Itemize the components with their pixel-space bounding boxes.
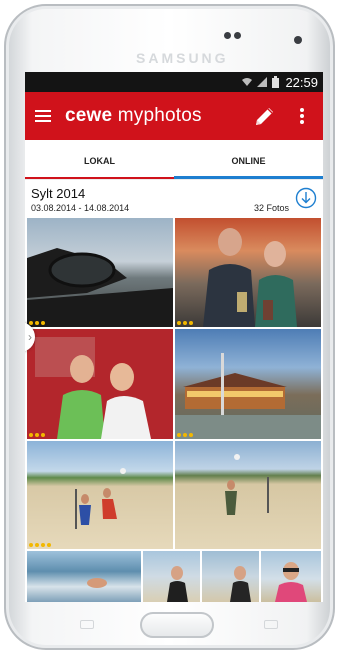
photo-woman-sunglasses[interactable] bbox=[261, 551, 321, 602]
photo-beach-volleyball-2[interactable] bbox=[175, 441, 321, 549]
photo-man-beach-2[interactable] bbox=[202, 551, 259, 602]
photo-beach-volleyball-1[interactable] bbox=[27, 441, 173, 549]
tab-lokal-underline bbox=[25, 177, 174, 179]
wifi-icon bbox=[242, 78, 253, 86]
photo-surf-water[interactable] bbox=[27, 551, 141, 602]
screen: 22:59 cewe myphotos LOKAL ONLINE Sylt 20… bbox=[25, 72, 323, 602]
building-icon bbox=[175, 353, 321, 439]
tab-bar: LOKAL ONLINE bbox=[25, 140, 323, 180]
logo-light: myphotos bbox=[112, 105, 202, 126]
tab-lokal[interactable]: LOKAL bbox=[25, 140, 174, 179]
logo-bold: cewe bbox=[65, 105, 113, 126]
signal-icon bbox=[257, 77, 268, 87]
rating-dots bbox=[29, 543, 51, 547]
tab-online[interactable]: ONLINE bbox=[174, 140, 323, 179]
download-circle-icon[interactable] bbox=[295, 187, 317, 209]
more-vertical-icon[interactable] bbox=[299, 108, 305, 126]
home-button[interactable] bbox=[140, 612, 214, 638]
man-icon bbox=[230, 566, 251, 602]
two-men-icon bbox=[203, 228, 297, 327]
woman-icon bbox=[275, 562, 307, 602]
album-title: Sylt 2014 bbox=[31, 186, 86, 201]
device-brand: SAMSUNG bbox=[136, 50, 229, 66]
tab-online-label: ONLINE bbox=[231, 156, 266, 166]
app-logo: cewe myphotos bbox=[65, 105, 202, 127]
album-photo-count: 32 Fotos bbox=[253, 203, 289, 213]
rating-dots bbox=[177, 433, 193, 437]
app-bar: cewe myphotos bbox=[25, 92, 323, 140]
man-icon bbox=[167, 566, 188, 602]
photo-grid: › bbox=[25, 218, 323, 602]
rating-dots bbox=[177, 321, 193, 325]
pencil-icon[interactable] bbox=[253, 104, 277, 128]
back-key[interactable] bbox=[264, 620, 278, 629]
menu-icon[interactable] bbox=[35, 110, 51, 122]
rating-dots bbox=[29, 433, 45, 437]
tab-lokal-label: LOKAL bbox=[84, 156, 115, 166]
battery-icon bbox=[272, 76, 280, 88]
photo-man-beach-1[interactable] bbox=[143, 551, 200, 602]
car-mirror-icon bbox=[27, 248, 173, 327]
status-bar: 22:59 bbox=[25, 72, 323, 92]
sensor-dot bbox=[234, 32, 241, 39]
volleyball-players-icon bbox=[75, 468, 126, 529]
volleyball-player-icon bbox=[225, 454, 269, 515]
photo-couple-red-wall[interactable] bbox=[27, 329, 173, 439]
tab-online-indicator bbox=[174, 176, 323, 179]
photo-promenade-building[interactable] bbox=[175, 329, 321, 439]
status-time: 22:59 bbox=[285, 74, 318, 90]
photo-two-men-restaurant[interactable] bbox=[175, 218, 321, 327]
album-header: Sylt 2014 03.08.2014 - 14.08.2014 32 Fot… bbox=[25, 180, 323, 218]
couple-icon bbox=[35, 337, 151, 439]
sensor-dot bbox=[224, 32, 231, 39]
photo-car-mirror-beach[interactable] bbox=[27, 218, 173, 327]
recent-apps-key[interactable] bbox=[80, 620, 94, 629]
swimmer-icon bbox=[87, 578, 107, 588]
front-camera bbox=[294, 36, 302, 44]
